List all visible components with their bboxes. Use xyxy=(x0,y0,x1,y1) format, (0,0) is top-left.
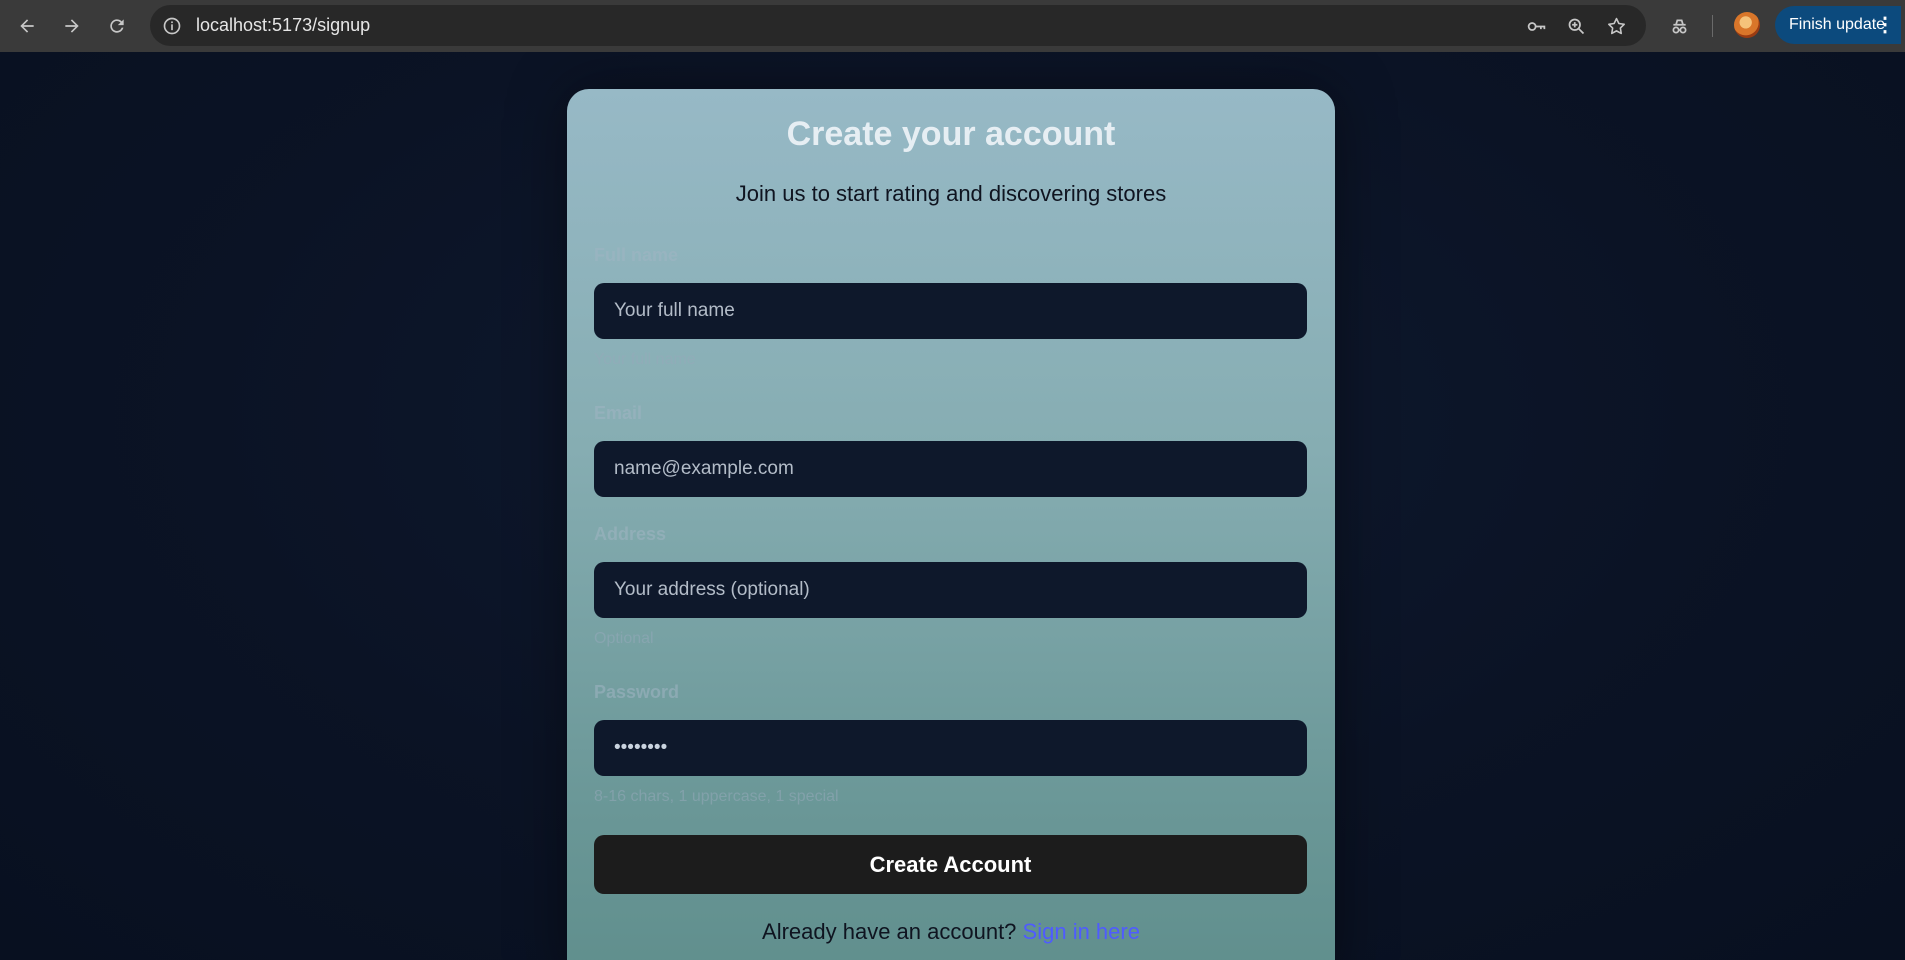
signin-prompt-text: Already have an account? xyxy=(762,919,1017,944)
password-label: Password xyxy=(594,682,680,702)
incognito-icon[interactable] xyxy=(1667,14,1691,38)
more-menu-icon[interactable]: ⋮ xyxy=(1875,6,1895,44)
create-account-button[interactable]: Create Account xyxy=(594,835,1307,894)
signup-card: Create your account Join us to start rat… xyxy=(567,89,1335,960)
signin-prompt: Already have an account? Sign in here xyxy=(567,919,1335,945)
back-button[interactable] xyxy=(12,11,42,41)
bookmark-star-icon[interactable] xyxy=(1604,14,1628,38)
zoom-icon[interactable] xyxy=(1564,14,1588,38)
page-title: Create your account xyxy=(786,115,1116,153)
address-label: Address xyxy=(594,524,667,544)
password-input[interactable] xyxy=(594,720,1307,776)
page-subtitle: Join us to start rating and discovering … xyxy=(735,181,1167,206)
finish-update-button[interactable]: Finish update ⋮ xyxy=(1775,6,1901,44)
full-name-label: Full name xyxy=(594,245,679,265)
email-label: Email xyxy=(594,403,643,423)
key-icon[interactable] xyxy=(1524,14,1548,38)
full-name-hint: Your full name xyxy=(594,351,696,368)
address-bar[interactable]: localhost:5173/signup xyxy=(150,5,1646,46)
forward-button[interactable] xyxy=(57,11,87,41)
signin-link[interactable]: Sign in here xyxy=(1023,919,1140,944)
page-background: Create your account Join us to start rat… xyxy=(0,52,1905,960)
arrow-left-icon xyxy=(20,19,34,33)
reload-button[interactable] xyxy=(102,11,132,41)
arrow-right-icon xyxy=(65,19,79,33)
finish-update-label: Finish update xyxy=(1789,16,1886,33)
toolbar-divider xyxy=(1712,15,1713,37)
address-input[interactable] xyxy=(594,562,1307,618)
address-hint: Optional xyxy=(594,630,654,647)
profile-avatar[interactable] xyxy=(1734,12,1760,38)
password-hint: 8-16 chars, 1 uppercase, 1 special xyxy=(594,788,839,805)
reload-icon xyxy=(110,19,124,33)
full-name-input[interactable] xyxy=(594,283,1307,339)
url-text[interactable]: localhost:5173/signup xyxy=(196,5,370,46)
site-info-icon[interactable] xyxy=(160,14,184,38)
browser-toolbar: localhost:5173/signup Finish update ⋮ xyxy=(0,0,1905,52)
email-input[interactable] xyxy=(594,441,1307,497)
